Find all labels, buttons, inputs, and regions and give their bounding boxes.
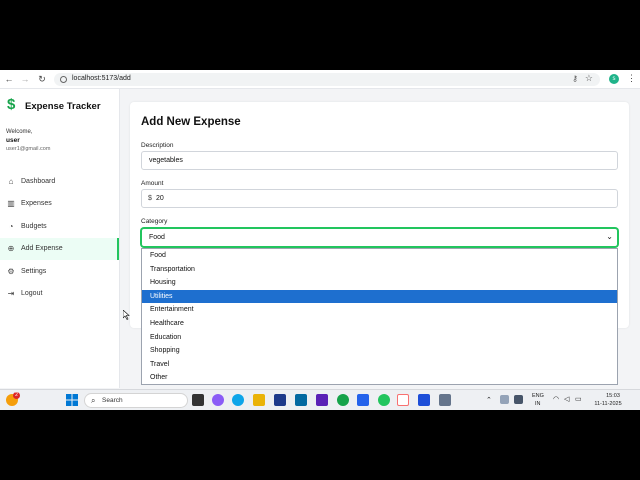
chrome-icon[interactable] <box>378 394 390 406</box>
gear-icon: ⚙ <box>7 267 15 276</box>
mail-icon[interactable] <box>295 394 307 406</box>
page-title: Add New Expense <box>141 116 241 128</box>
bar-chart-icon: ▥ <box>7 199 15 208</box>
reload-icon[interactable]: ↻ <box>37 74 47 84</box>
word-icon[interactable] <box>418 394 430 406</box>
sidebar-item-settings[interactable]: ⚙ Settings <box>0 261 119 283</box>
category-option[interactable]: Entertainment <box>142 303 617 317</box>
search-placeholder: Search <box>102 397 123 404</box>
category-option[interactable]: Transportation <box>142 263 617 277</box>
sidebar-item-add-expense[interactable]: ⊕ Add Expense <box>0 238 119 260</box>
task-view-icon[interactable] <box>192 394 204 406</box>
copilot-icon[interactable] <box>212 394 224 406</box>
description-value: vegetables <box>149 157 183 164</box>
store-icon[interactable] <box>274 394 286 406</box>
vscode-icon[interactable] <box>357 394 369 406</box>
logout-icon: ⇥ <box>7 289 15 298</box>
pie-chart-icon: ◔ <box>8 222 14 231</box>
welcome-text: Welcome, <box>6 129 33 135</box>
battery-icon[interactable]: ▭ <box>575 395 582 403</box>
active-app-icon[interactable] <box>397 394 409 406</box>
search-icon: ⌕ <box>91 396 96 405</box>
onedrive-icon[interactable] <box>514 395 523 404</box>
category-option[interactable]: Shopping <box>142 344 617 358</box>
sidebar-item-label: Dashboard <box>21 178 56 185</box>
username: user <box>6 137 20 144</box>
category-option[interactable]: Travel <box>142 358 617 372</box>
site-info-icon[interactable] <box>60 76 67 83</box>
clock-date: 11-11-2025 <box>594 401 622 407</box>
description-input[interactable]: vegetables <box>141 151 618 170</box>
category-option[interactable]: Food <box>142 249 617 263</box>
windows-start-icon[interactable] <box>66 394 78 406</box>
category-dropdown-list: Food Transportation Housing Utilities En… <box>141 248 618 385</box>
profile-avatar[interactable]: s <box>609 74 619 84</box>
sidebar-item-expenses[interactable]: ▥ Expenses <box>0 193 119 215</box>
sidebar-item-label: Expenses <box>21 200 52 207</box>
volume-icon[interactable]: ◁ <box>564 395 569 403</box>
whatsapp-icon[interactable] <box>337 394 349 406</box>
taskbar: 2 ⌕ Search ⌃ ENG IN ◠ ◁ ▭ 15:03 11-11-20… <box>0 389 640 410</box>
password-key-icon[interactable]: ⚷ <box>572 74 578 83</box>
app-title: Expense Tracker <box>25 101 101 112</box>
address-bar[interactable]: localhost:5173/add ⚷ ☆ <box>54 73 600 86</box>
home-icon: ⌂ <box>8 177 14 186</box>
clock-time[interactable]: 15:03 <box>598 393 628 399</box>
sidebar-item-label: Add Expense <box>21 245 63 252</box>
category-value: Food <box>149 234 165 241</box>
chevron-down-icon: ⌄ <box>606 232 613 241</box>
region-indicator: IN <box>535 401 541 407</box>
plus-circle-icon: ⊕ <box>7 244 15 253</box>
back-icon[interactable]: ← <box>4 74 14 84</box>
sidebar-item-budgets[interactable]: ◔ Budgets <box>0 216 119 238</box>
browser-toolbar: ← → ↻ localhost:5173/add ⚷ ☆ s ⋮ <box>0 70 640 89</box>
currency-symbol: $ <box>148 195 152 202</box>
weather-badge: 2 <box>13 392 20 399</box>
browser-menu-icon[interactable]: ⋮ <box>627 73 636 84</box>
category-option[interactable]: Other <box>142 371 617 385</box>
category-option[interactable]: Healthcare <box>142 317 617 331</box>
screen: ← → ↻ localhost:5173/add ⚷ ☆ s ⋮ $ Expen… <box>0 70 640 410</box>
category-option-highlighted[interactable]: Utilities <box>142 289 617 304</box>
tray-app-icon[interactable] <box>500 395 509 404</box>
forward-icon[interactable]: → <box>20 74 30 84</box>
bookmark-star-icon[interactable]: ☆ <box>585 73 593 84</box>
taskbar-search[interactable]: ⌕ Search <box>84 393 188 408</box>
sidebar: $ Expense Tracker Welcome, user user1@gm… <box>0 89 120 388</box>
sidebar-item-label: Logout <box>21 290 43 297</box>
amount-input[interactable]: $ 20 <box>141 189 618 208</box>
edge-icon[interactable] <box>232 394 244 406</box>
snipping-tool-icon[interactable] <box>439 394 451 406</box>
amount-value: 20 <box>156 195 164 202</box>
category-option[interactable]: Housing <box>142 276 617 290</box>
user-email: user1@gmail.com <box>6 146 51 152</box>
category-label: Category <box>141 218 168 225</box>
file-explorer-icon[interactable] <box>253 394 265 406</box>
wifi-icon[interactable]: ◠ <box>553 395 559 403</box>
url-text: localhost:5173/add <box>72 75 131 82</box>
sidebar-item-label: Settings <box>21 268 47 275</box>
sidebar-item-label: Budgets <box>21 223 47 230</box>
tray-chevron-up-icon[interactable]: ⌃ <box>486 396 492 404</box>
category-select[interactable]: Food ⌄ <box>141 228 618 247</box>
teams-icon[interactable] <box>316 394 328 406</box>
language-indicator[interactable]: ENG <box>532 393 544 399</box>
amount-label: Amount <box>141 180 164 187</box>
sidebar-item-dashboard[interactable]: ⌂ Dashboard <box>0 171 119 193</box>
mouse-cursor-icon <box>123 310 130 320</box>
sidebar-item-logout[interactable]: ⇥ Logout <box>0 283 119 305</box>
dollar-logo-icon: $ <box>7 96 16 113</box>
category-option[interactable]: Education <box>142 331 617 345</box>
description-label: Description <box>141 142 174 149</box>
